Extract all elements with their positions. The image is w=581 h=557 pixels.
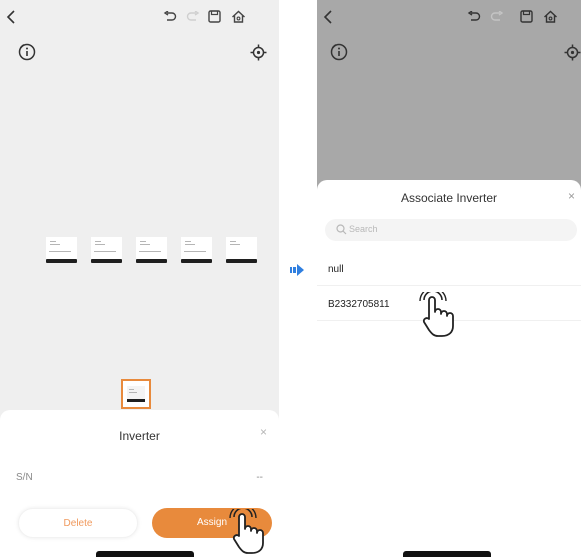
redo-icon[interactable] [490,11,504,23]
home-icon[interactable] [231,10,246,23]
home-indicator [96,551,194,557]
right-screen: Associate Inverter × Search null B233270… [317,0,581,557]
pv-module[interactable] [91,237,122,263]
info-icon[interactable] [330,43,348,61]
dimmed-overlay[interactable] [317,0,581,192]
pv-module[interactable] [226,237,257,263]
save-icon[interactable] [208,10,221,23]
search-icon [336,224,347,235]
module-bar [91,259,122,263]
thumb-card [127,386,145,399]
hand-pointer-icon [224,509,268,555]
module-card [181,237,212,259]
list-item-label: null [328,264,344,275]
associate-inverter-sheet: Associate Inverter × Search null B233270… [317,180,581,557]
module-bar [46,259,77,263]
close-icon[interactable]: × [568,189,575,203]
left-screen: Inverter × S/N -- Delete Assign [0,0,279,557]
pv-module[interactable] [136,237,167,263]
undo-icon[interactable] [467,11,481,23]
module-bar [181,259,212,263]
list-item-label: B2332705811 [328,299,390,310]
locate-icon[interactable] [564,44,581,61]
list-item[interactable]: null [317,252,581,286]
pv-module[interactable] [181,237,212,263]
back-icon[interactable] [6,10,18,24]
sheet-title: Inverter [119,429,160,443]
thumb-bar [127,399,145,402]
locate-icon[interactable] [250,44,267,61]
module-bar [226,259,257,263]
sn-label: S/N [16,472,33,483]
back-icon[interactable] [323,10,335,24]
module-card [46,237,77,259]
close-icon[interactable]: × [260,425,267,439]
module-bar [136,259,167,263]
hand-pointer-icon [414,292,458,338]
selected-inverter-thumb[interactable] [121,379,151,409]
undo-icon[interactable] [163,11,177,23]
module-card [91,237,122,259]
top-bar [0,0,279,36]
search-placeholder: Search [349,224,378,234]
arrow-right-icon [290,264,304,276]
module-card [226,237,257,259]
info-icon[interactable] [18,43,36,61]
sheet-title: Associate Inverter [400,191,498,205]
top-bar [317,0,581,36]
sn-value: -- [256,472,263,483]
save-icon[interactable] [520,10,533,23]
search-input[interactable]: Search [325,219,577,241]
delete-button[interactable]: Delete [18,508,138,538]
home-indicator [403,551,491,557]
redo-icon[interactable] [186,11,200,23]
pv-module[interactable] [46,237,77,263]
module-card [136,237,167,259]
home-icon[interactable] [543,10,558,23]
